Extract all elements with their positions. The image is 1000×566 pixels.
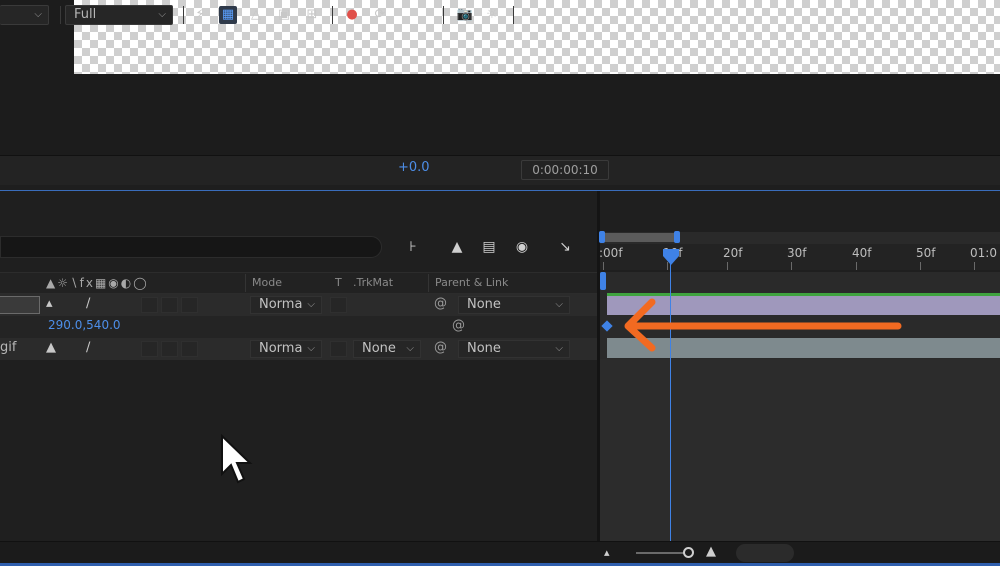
resolution-value: Full	[74, 7, 97, 22]
mask-path-visibility-icon[interactable]: △	[247, 6, 265, 24]
parent-dropdown[interactable]: None ⌵	[458, 340, 570, 358]
toolbar-divider	[332, 6, 333, 24]
layer-mode-dropdown[interactable]: Norma ⌵	[250, 340, 322, 358]
chevron-down-icon: ⌵	[34, 9, 42, 20]
playhead-line	[670, 252, 671, 542]
playhead-handle-icon[interactable]	[662, 248, 680, 266]
resolution-dropdown[interactable]: Full ⌵	[65, 5, 173, 25]
work-area-end-handle[interactable]	[674, 231, 680, 243]
parent-dropdown[interactable]: None ⌵	[458, 296, 570, 314]
layer-mode-value: Norma	[259, 341, 303, 356]
switch-box[interactable]	[141, 297, 158, 313]
ruler-tick	[727, 262, 728, 270]
zoom-slider-track[interactable]	[636, 552, 690, 554]
preserve-transparency-box[interactable]	[330, 341, 347, 357]
chevron-down-icon: ⌵	[307, 299, 315, 310]
pick-whip-icon[interactable]: @	[434, 296, 447, 311]
channel-rgb-icon[interactable]: ●	[343, 6, 361, 24]
magnification-dropdown[interactable]: ⌵	[0, 5, 49, 25]
ruler-tick-label: 40f	[852, 246, 872, 260]
layer-mode-dropdown[interactable]: Norma ⌵	[250, 296, 322, 314]
frame-blending-icon[interactable]: ▤	[478, 237, 500, 257]
switch-box[interactable]	[181, 341, 198, 357]
work-area-start-handle[interactable]	[599, 231, 605, 243]
quality-switch-icon[interactable]: ∕	[86, 296, 90, 311]
position-value[interactable]: 290.0,540.0	[48, 318, 121, 332]
parent-value: None	[467, 341, 501, 356]
ruler-tick-label: 20f	[723, 246, 743, 260]
ruler-tick	[603, 262, 604, 270]
trkmat-column-header[interactable]: .TrkMat	[353, 276, 393, 289]
parent-value: None	[467, 297, 501, 312]
ruler-tick	[791, 262, 792, 270]
region-of-interest-icon[interactable]: ▣	[275, 6, 293, 24]
shy-layers-icon[interactable]: ▲	[446, 237, 468, 257]
show-snapshot-icon[interactable]: ☼	[483, 6, 501, 24]
pick-whip-icon[interactable]: @	[452, 318, 465, 333]
chevron-down-icon: ⌵	[158, 9, 166, 20]
zoom-slider-handle[interactable]	[683, 547, 694, 558]
ruler-tick-label: 30f	[787, 246, 807, 260]
preserve-transparency-box[interactable]	[330, 297, 347, 313]
mode-column-header[interactable]: Mode	[252, 276, 282, 289]
pick-whip-icon[interactable]: @	[434, 340, 447, 355]
layer-name[interactable]: gif	[0, 340, 16, 355]
toolbar-divider	[60, 6, 61, 24]
work-area-range[interactable]	[602, 233, 678, 242]
toolbar-divider	[183, 6, 184, 24]
current-time-display[interactable]: 0:00:00:10	[521, 160, 609, 180]
switch-box[interactable]	[141, 341, 158, 357]
layer-mode-value: Norma	[259, 297, 303, 312]
layer-switches-icons: ▲☼∖fx▦◉◐◯	[46, 276, 149, 290]
transparency-grid-toggle-icon[interactable]: ▦	[219, 6, 237, 24]
ruler-tick	[856, 262, 857, 270]
track-matte-dropdown[interactable]: None ⌵	[353, 340, 421, 358]
exposure-value[interactable]: +0.0	[398, 160, 430, 175]
mouse-cursor-icon	[221, 434, 253, 484]
shy-switch-icon[interactable]: ▲	[46, 340, 56, 355]
column-divider	[428, 274, 429, 292]
zoom-out-icon[interactable]: ▴	[604, 546, 610, 559]
motion-blur-icon[interactable]: ◉	[511, 237, 533, 257]
ruler-tick-label: :00f	[599, 246, 623, 260]
comp-start-marker	[600, 272, 606, 290]
ruler-tick-label: 01:0	[970, 246, 997, 260]
layer-search-input[interactable]	[0, 236, 382, 258]
empty-track-area	[600, 359, 1000, 542]
composition-mini-flowchart-icon[interactable]: ⊦	[402, 237, 424, 257]
chevron-down-icon: ⌵	[555, 343, 563, 354]
ruler-tick	[920, 262, 921, 270]
chevron-down-icon: ⌵	[307, 343, 315, 354]
transparency-grid	[74, 0, 1000, 74]
timeline-scrollbar[interactable]	[736, 544, 794, 562]
ruler-tick-label: 50f	[916, 246, 936, 260]
guides-options-icon[interactable]: ⊞	[303, 6, 321, 24]
toolbar-divider	[513, 6, 514, 24]
ruler-tick	[974, 262, 975, 270]
toolbar-divider	[443, 6, 444, 24]
track-matte-value: None	[362, 341, 396, 356]
graph-editor-icon[interactable]: ↘	[554, 237, 576, 257]
layer-label-swatch[interactable]	[0, 296, 40, 314]
fast-preview-icon[interactable]: ⚡	[191, 6, 209, 24]
switch-box[interactable]	[161, 297, 178, 313]
shy-switch-icon[interactable]: ▴	[46, 296, 53, 311]
t-column-header[interactable]: T	[335, 276, 342, 289]
switch-box[interactable]	[181, 297, 198, 313]
annotation-arrow-icon	[624, 298, 902, 352]
quality-switch-icon[interactable]: ∕	[86, 340, 90, 355]
switch-box[interactable]	[161, 341, 178, 357]
zoom-in-icon[interactable]: ▲	[706, 544, 716, 559]
chevron-down-icon: ⌵	[406, 343, 414, 354]
viewer-toolbar	[0, 155, 1000, 185]
reset-exposure-icon[interactable]: ⟳	[371, 6, 389, 24]
camera-snapshot-icon[interactable]: 📷	[456, 6, 474, 24]
chevron-down-icon: ⌵	[555, 299, 563, 310]
column-divider	[245, 274, 246, 292]
parent-link-column-header[interactable]: Parent & Link	[435, 276, 508, 289]
